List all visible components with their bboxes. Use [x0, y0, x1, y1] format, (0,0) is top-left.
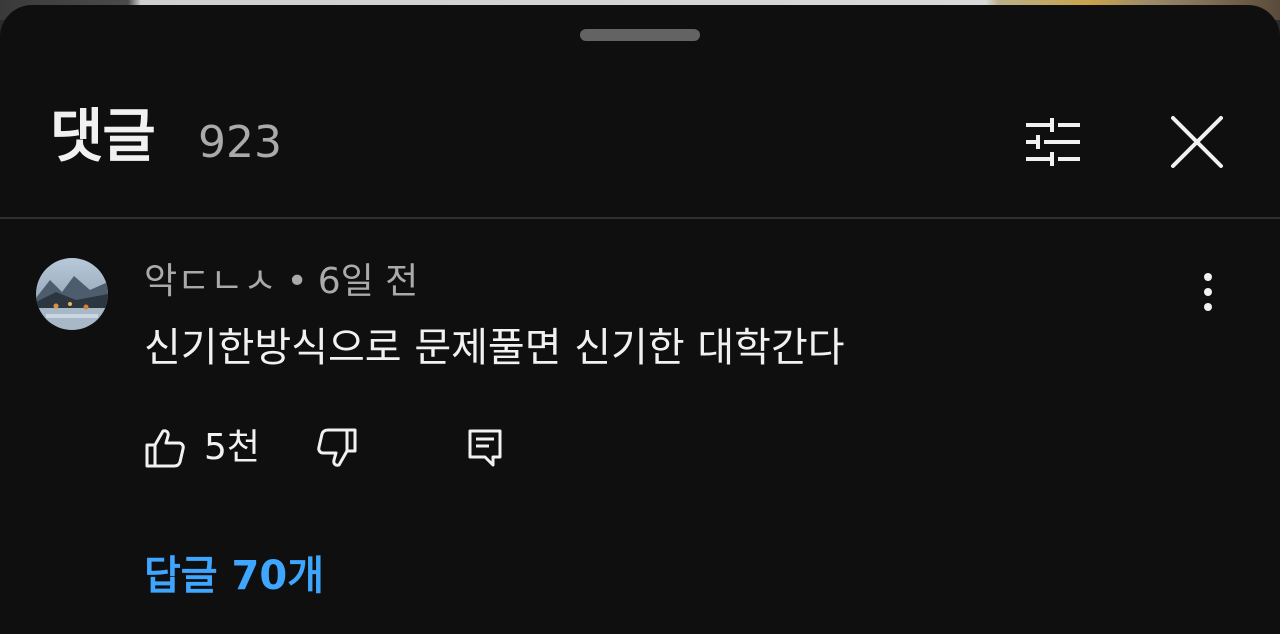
- header-divider: [0, 217, 1280, 219]
- thumbs-down-icon: [317, 428, 357, 467]
- close-button[interactable]: [1160, 105, 1234, 179]
- more-vert-icon: [1204, 273, 1212, 311]
- thumbs-up-icon: [145, 429, 185, 468]
- avatar-image: [36, 258, 108, 330]
- like-count: 5천: [204, 427, 261, 468]
- close-icon: [1171, 116, 1223, 168]
- comment-reply-icon: [468, 429, 502, 467]
- sort-filter-button[interactable]: [1016, 105, 1090, 179]
- drag-handle[interactable]: [580, 29, 700, 41]
- comment-text: 신기한방식으로 문제풀면 신기한 대학간다: [144, 325, 845, 371]
- comment-meta: 악ㄷㄴㅅ • 6일 전: [144, 259, 418, 305]
- comments-title: 댓글: [50, 102, 156, 170]
- avatar[interactable]: [36, 258, 108, 330]
- comment-more-button[interactable]: [1188, 267, 1228, 317]
- meta-separator: •: [286, 261, 308, 302]
- view-replies-link[interactable]: 답글 70개: [144, 549, 324, 603]
- comment-time: 6일 전: [317, 261, 419, 302]
- comments-sheet: 댓글 923 악ㄷㄴㅅ • 6일 전 신기한방식으로 문제풀면 신기한 대학간다…: [0, 5, 1280, 634]
- comment-author[interactable]: 악ㄷㄴㅅ: [144, 261, 276, 302]
- dislike-button[interactable]: [312, 423, 362, 473]
- reply-button[interactable]: [460, 423, 510, 473]
- comments-count: 923: [198, 117, 282, 168]
- sliders-icon: [1026, 118, 1080, 166]
- like-button[interactable]: 5천: [144, 423, 260, 473]
